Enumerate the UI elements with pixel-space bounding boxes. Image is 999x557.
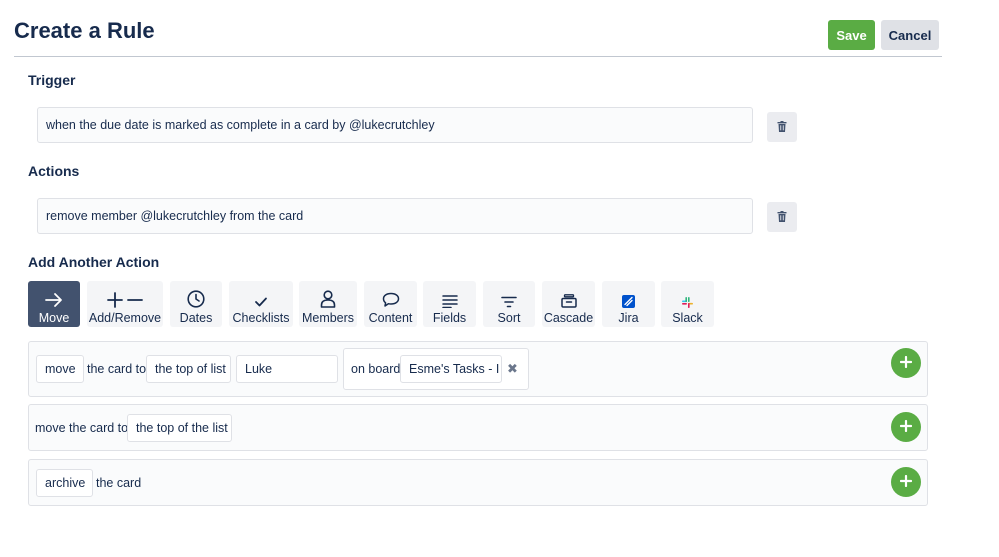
position-select[interactable]: the top of the list <box>127 414 232 442</box>
arrow-right-icon <box>45 283 63 308</box>
tab-move-label: Move <box>38 311 70 325</box>
clear-board-icon[interactable]: ✖ <box>507 361 518 377</box>
slack-icon <box>682 283 693 308</box>
tab-members-label: Members <box>301 311 355 325</box>
action-option-row[interactable]: move the card to the top of list Luke on… <box>28 341 928 397</box>
plus-icon <box>899 355 913 371</box>
tab-slack-label: Slack <box>672 311 703 325</box>
tab-add-remove[interactable]: Add/Remove <box>87 281 163 327</box>
option-text: move the card to <box>35 421 129 435</box>
page-title: Create a Rule <box>14 18 155 43</box>
tab-checklists-label: Checklists <box>232 311 290 325</box>
title-divider <box>14 56 942 57</box>
tab-cascade-label: Cascade <box>543 311 594 325</box>
board-label: on board <box>351 362 401 376</box>
tab-fields[interactable]: Fields <box>423 281 476 327</box>
tab-content[interactable]: Content <box>364 281 417 327</box>
actions-heading: Actions <box>28 163 80 179</box>
trash-icon <box>777 120 787 135</box>
action-option-row[interactable]: archive the card <box>28 459 928 506</box>
action-option-row[interactable]: move the card to the top of the list <box>28 404 928 451</box>
add-action-heading: Add Another Action <box>28 254 160 270</box>
action-summary[interactable]: remove member @lukecrutchley from the ca… <box>37 198 753 234</box>
plus-icon <box>899 419 913 435</box>
tab-checklists[interactable]: Checklists <box>229 281 293 327</box>
tab-dates[interactable]: Dates <box>170 281 222 327</box>
speech-bubble-icon <box>382 283 400 308</box>
tab-fields-label: Fields <box>432 311 467 325</box>
trigger-heading: Trigger <box>28 72 76 88</box>
list-name-input[interactable]: Luke <box>236 355 338 383</box>
clock-icon <box>187 283 205 308</box>
tab-jira-label: Jira <box>618 311 639 325</box>
tab-dates-label: Dates <box>179 311 213 325</box>
filter-icon <box>501 283 517 308</box>
trigger-summary[interactable]: when the due date is marked as complete … <box>37 107 753 143</box>
plus-icon <box>899 474 913 490</box>
tab-slack[interactable]: Slack <box>661 281 714 327</box>
tab-add-remove-label: Add/Remove <box>88 311 162 325</box>
tab-cascade[interactable]: Cascade <box>542 281 595 327</box>
tab-jira[interactable]: Jira <box>602 281 655 327</box>
add-action-button[interactable] <box>891 412 921 442</box>
save-button[interactable]: Save <box>828 20 875 50</box>
checkmark-icon <box>254 283 268 308</box>
delete-action-button[interactable] <box>767 202 797 232</box>
delete-trigger-button[interactable] <box>767 112 797 142</box>
jira-icon <box>622 283 635 308</box>
trash-icon <box>777 210 787 225</box>
option-text: the card to <box>87 362 147 376</box>
add-action-button[interactable] <box>891 348 921 378</box>
cancel-button[interactable]: Cancel <box>881 20 939 50</box>
add-action-button[interactable] <box>891 467 921 497</box>
option-text: the card <box>96 476 142 490</box>
tab-members[interactable]: Members <box>299 281 357 327</box>
stack-icon <box>560 283 577 308</box>
lines-icon <box>441 283 458 308</box>
person-icon <box>320 283 336 308</box>
plus-minus-icon <box>107 283 143 308</box>
board-select[interactable]: Esme's Tasks - I <box>400 355 502 383</box>
tab-content-label: Content <box>368 311 413 325</box>
tab-sort-label: Sort <box>497 311 521 325</box>
archive-verb-select[interactable]: archive <box>36 469 93 497</box>
tab-sort[interactable]: Sort <box>483 281 535 327</box>
move-verb-select[interactable]: move <box>36 355 84 383</box>
position-select[interactable]: the top of list <box>146 355 231 383</box>
tab-move[interactable]: Move <box>28 281 80 327</box>
